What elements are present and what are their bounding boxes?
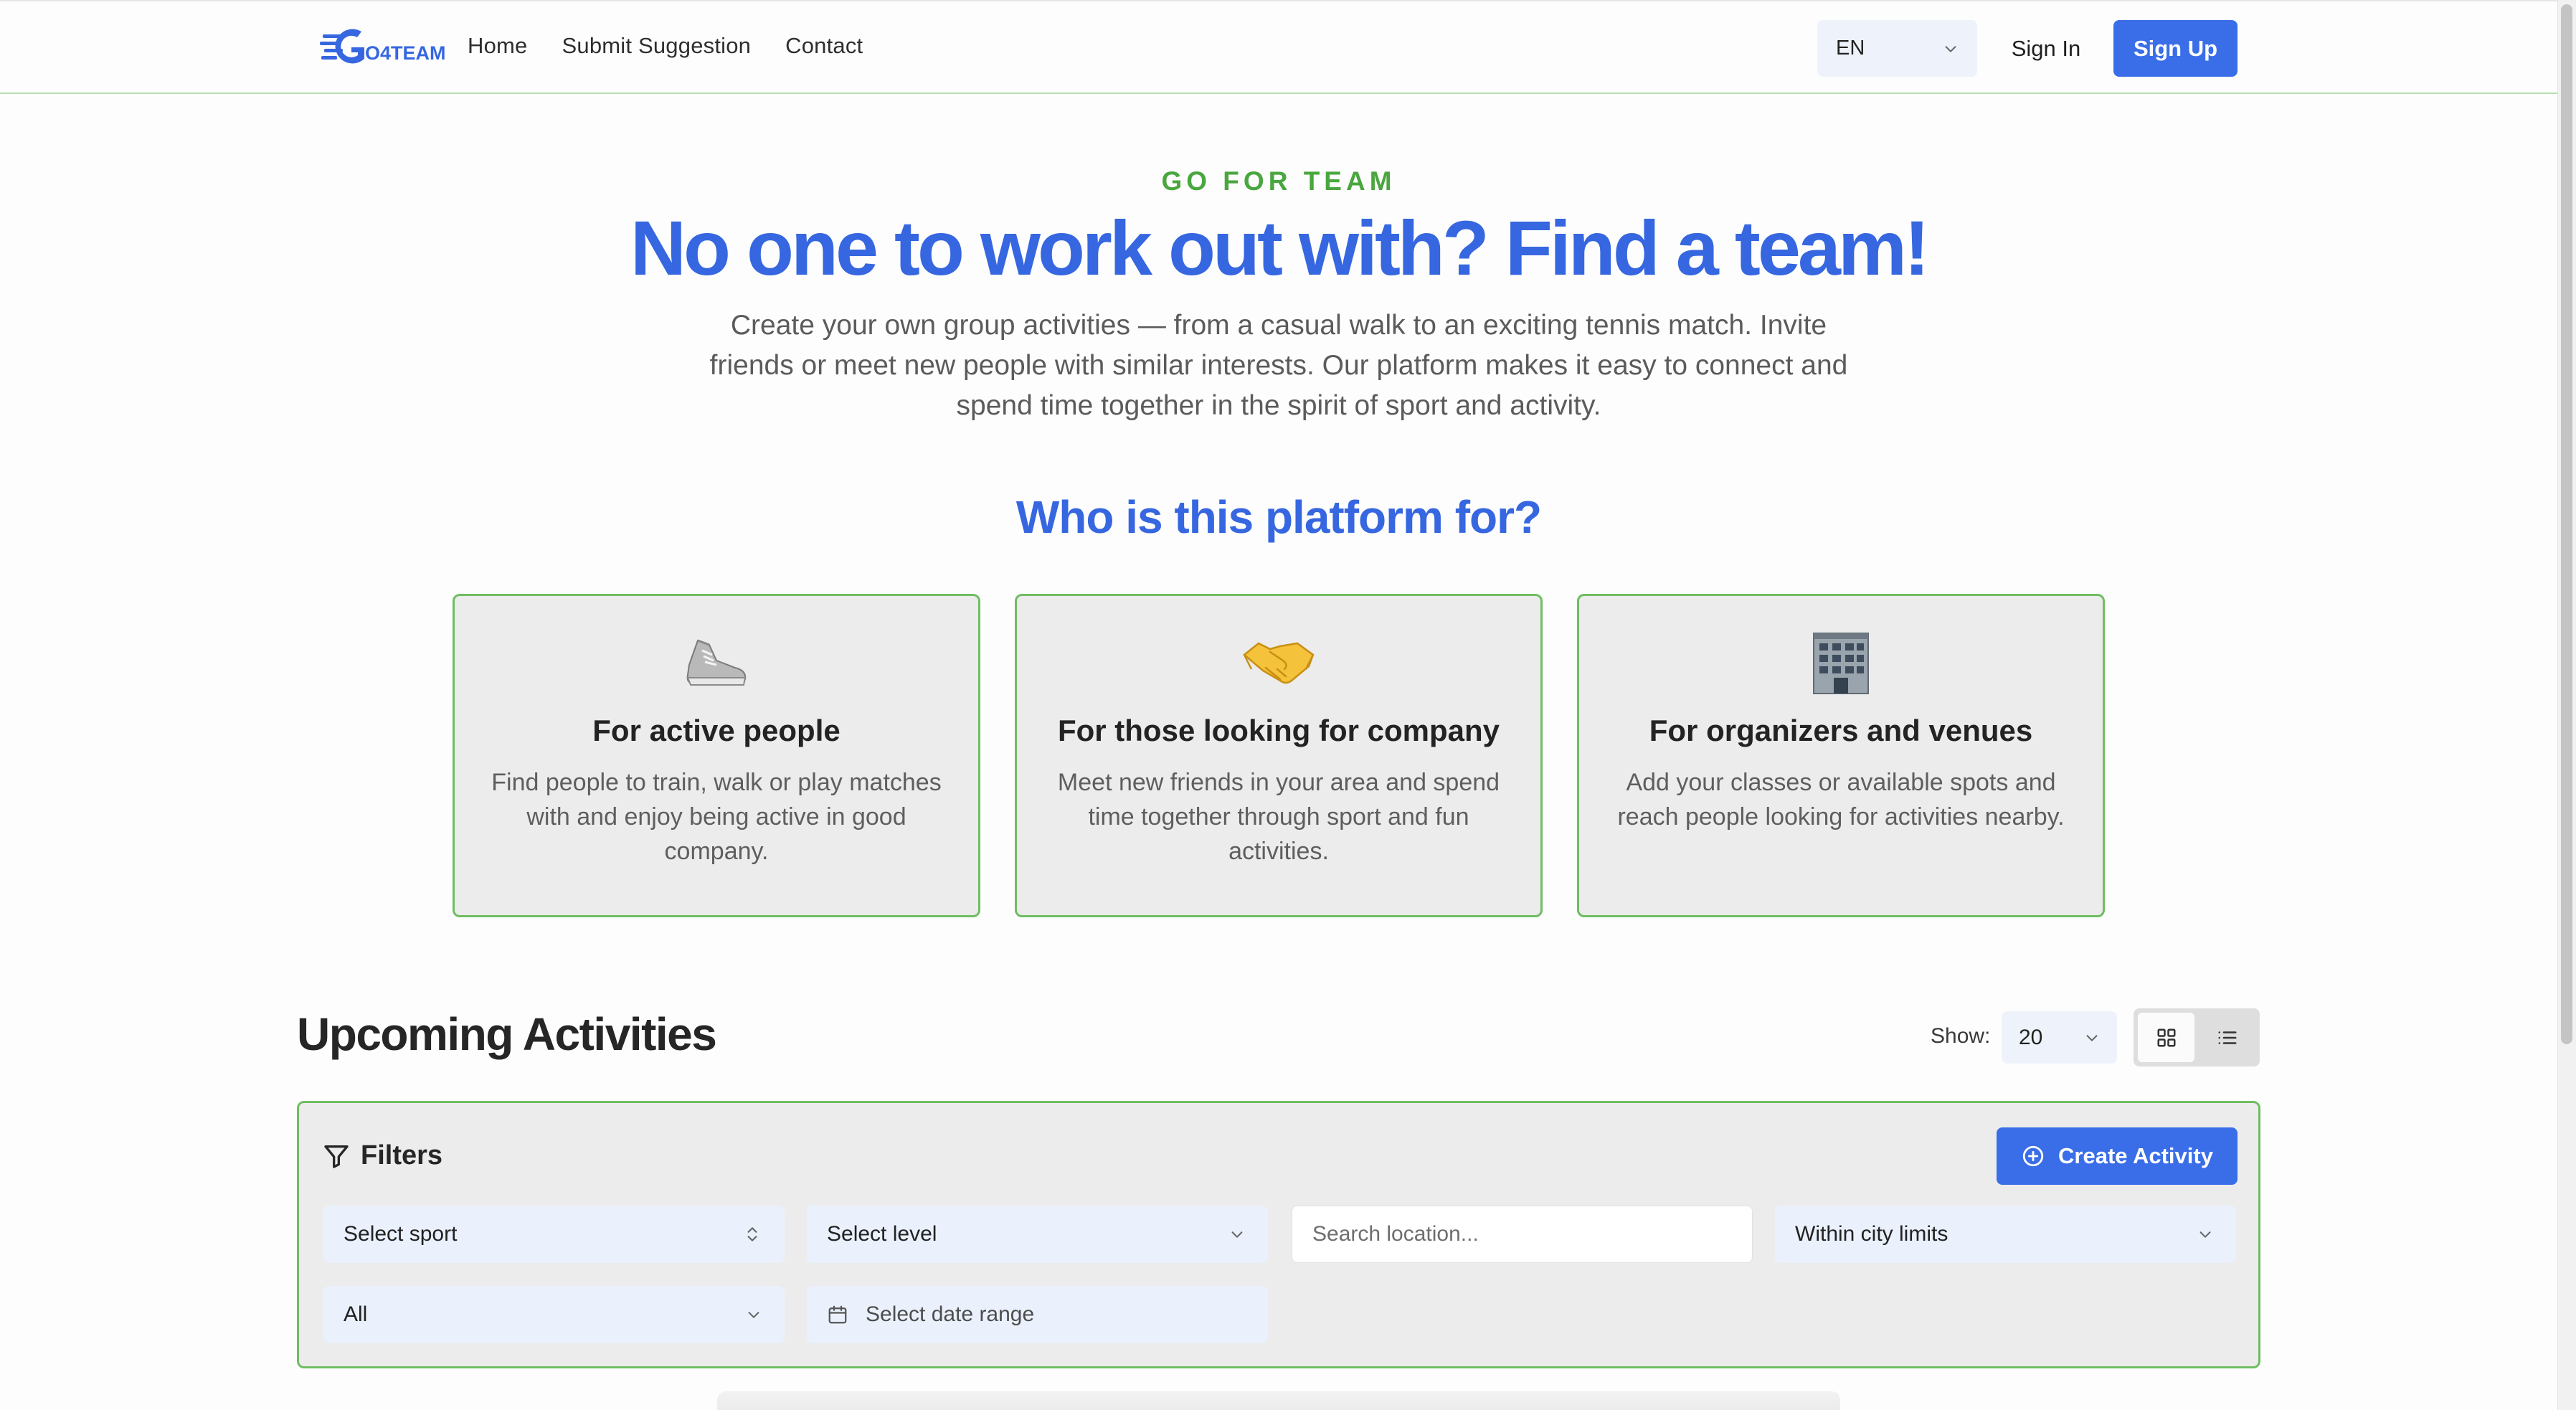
logo-icon: O4TEAM xyxy=(320,29,446,64)
nav-submit-suggestion-link[interactable]: Submit Suggestion xyxy=(562,33,752,59)
list-view-button[interactable] xyxy=(2199,1013,2255,1062)
svg-text:O4TEAM: O4TEAM xyxy=(365,42,446,64)
level-select[interactable]: Select level xyxy=(807,1206,1268,1263)
card-text: Find people to train, walk or play match… xyxy=(491,769,942,865)
main-nav: Home Submit Suggestion Contact xyxy=(468,33,863,59)
category-select-value: All xyxy=(344,1302,368,1326)
location-search-placeholder: Search location... xyxy=(1312,1222,1479,1246)
nav-contact-link[interactable]: Contact xyxy=(785,33,863,59)
sign-up-button[interactable]: Sign Up xyxy=(2113,20,2238,77)
hero-eyebrow: GO FOR TEAM xyxy=(1161,166,1396,196)
hero-description: Create your own group activities — from … xyxy=(709,310,1848,421)
card-text: Add your classes or available spots and … xyxy=(1617,769,2065,831)
upcoming-activities-title: Upcoming Activities xyxy=(297,1008,717,1060)
go4team-logo[interactable]: O4TEAM xyxy=(320,26,449,70)
filters-panel: Filters Create Activity Select sport Sel… xyxy=(297,1101,2260,1368)
grid-icon xyxy=(2157,1028,2175,1046)
show-count-select[interactable]: 20 xyxy=(2002,1011,2117,1064)
chevrons-up-down-icon xyxy=(747,1227,757,1241)
audience-card-company: For those looking for company Meet new f… xyxy=(1015,594,1543,917)
chevron-down-icon xyxy=(748,1312,759,1318)
building-icon xyxy=(1579,626,2103,698)
plus-circle-icon xyxy=(2022,1145,2044,1167)
date-range-placeholder: Select date range xyxy=(866,1302,1035,1326)
audience-section-title: Who is this platform for? xyxy=(1015,491,1542,543)
scrollbar-thumb[interactable] xyxy=(2561,4,2572,1044)
date-range-picker[interactable]: Select date range xyxy=(807,1286,1268,1343)
category-select[interactable]: All xyxy=(323,1286,785,1343)
chevron-down-icon xyxy=(2199,1231,2211,1238)
language-value: EN xyxy=(1836,37,1865,60)
filters-header: Filters xyxy=(322,1140,442,1171)
hero-title: No one to work out with? Find a team! xyxy=(630,204,1930,291)
chevron-down-icon xyxy=(1945,45,1956,52)
handshake-icon xyxy=(1017,626,1540,698)
date-range-content: Select date range xyxy=(827,1302,1034,1327)
chevron-down-icon xyxy=(2086,1034,2098,1041)
sport-select[interactable]: Select sport xyxy=(323,1206,785,1263)
create-activity-button[interactable]: Create Activity xyxy=(1997,1127,2238,1185)
grid-view-button[interactable] xyxy=(2138,1013,2194,1062)
card-title: For those looking for company xyxy=(1057,714,1500,747)
filters-title: Filters xyxy=(361,1140,443,1170)
audience-card-organizers: For organizers and venues Add your class… xyxy=(1577,594,2105,917)
audience-card-active-people: For active people Find people to train, … xyxy=(453,594,980,917)
language-select[interactable]: EN xyxy=(1817,20,1977,77)
next-section-edge xyxy=(717,1391,1840,1410)
distance-select[interactable]: Within city limits xyxy=(1775,1206,2236,1263)
sport-select-value: Select sport xyxy=(344,1222,458,1246)
calendar-icon xyxy=(828,1305,847,1324)
level-select-value: Select level xyxy=(827,1222,937,1246)
top-navbar: O4TEAM Home Submit Suggestion Contact EN… xyxy=(0,0,2557,94)
chevron-down-icon xyxy=(1231,1231,1243,1238)
sneaker-icon xyxy=(455,626,978,698)
filter-icon xyxy=(324,1145,349,1168)
list-icon xyxy=(2218,1031,2236,1044)
show-count-label: Show: xyxy=(1931,1024,1991,1048)
card-title: For organizers and venues xyxy=(1649,714,2033,747)
distance-select-value: Within city limits xyxy=(1795,1222,1948,1246)
view-mode-toggle xyxy=(2134,1008,2260,1066)
sign-in-button[interactable]: Sign In xyxy=(1992,20,2100,77)
card-title: For active people xyxy=(592,714,840,747)
create-activity-label: Create Activity xyxy=(2058,1143,2213,1168)
nav-home-link[interactable]: Home xyxy=(468,33,528,59)
card-text: Meet new friends in your area and spend … xyxy=(1057,769,1500,865)
show-count-value: 20 xyxy=(2019,1025,2043,1049)
location-search-input[interactable]: Search location... xyxy=(1292,1206,1753,1263)
page-scrollbar[interactable] xyxy=(2557,0,2576,1410)
